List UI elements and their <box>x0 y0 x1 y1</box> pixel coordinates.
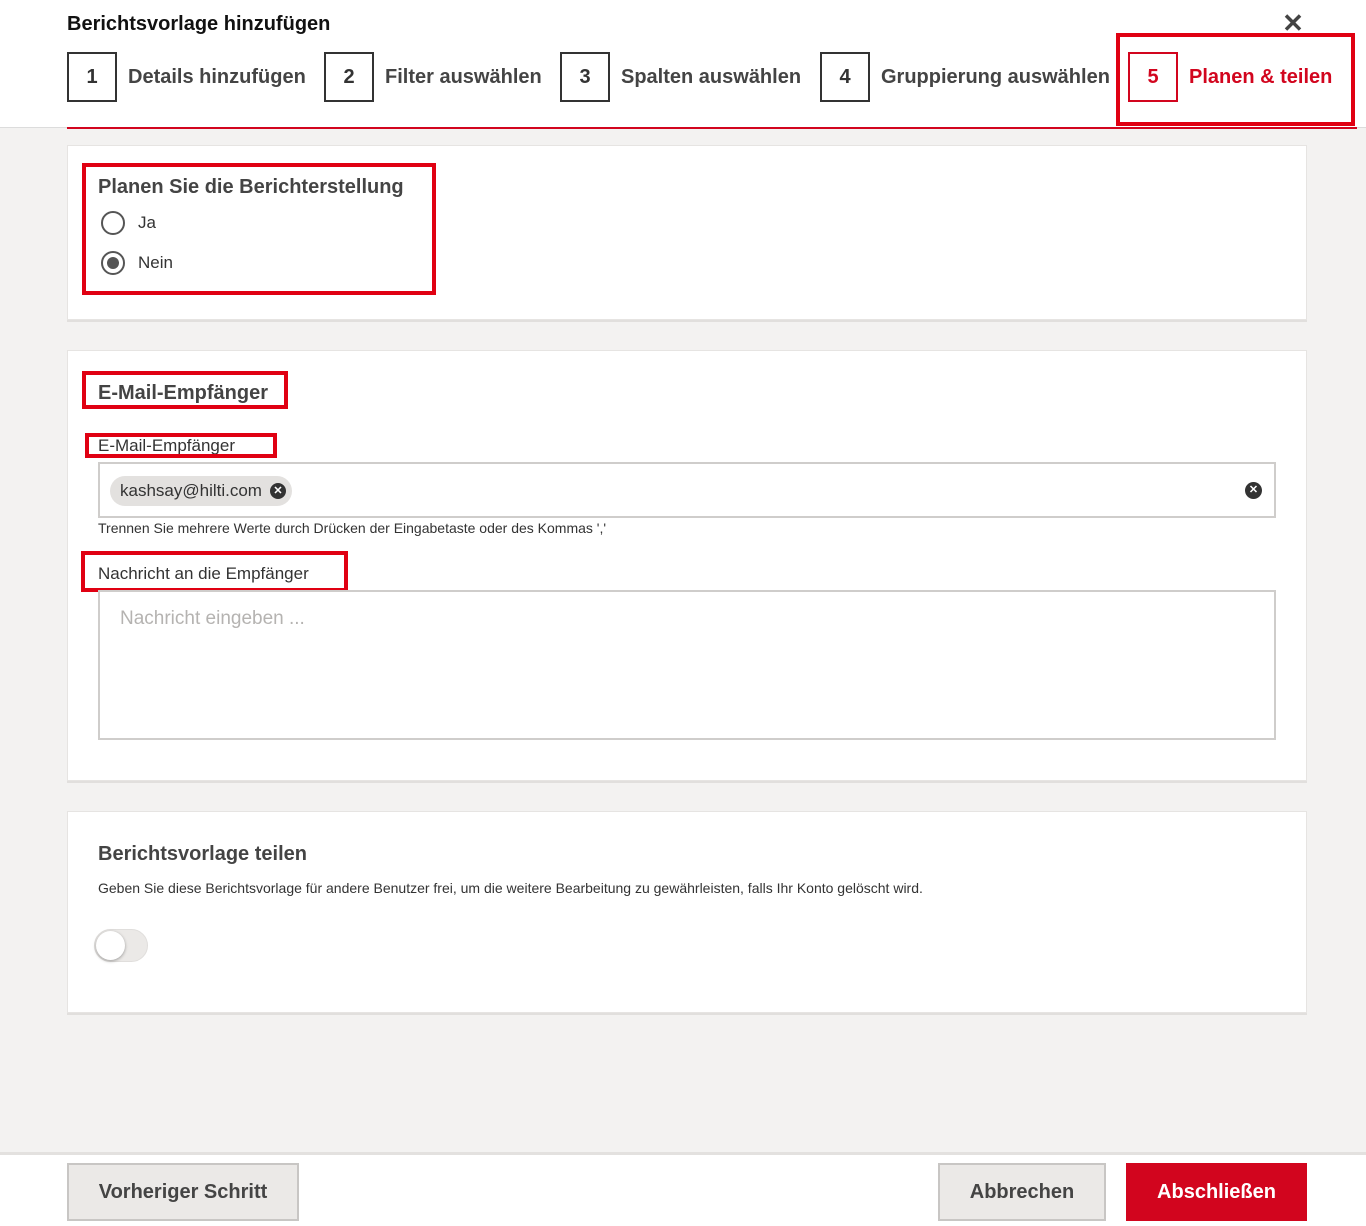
schedule-card <box>67 145 1307 320</box>
radio-option-ja[interactable]: Ja <box>101 211 156 235</box>
toggle-knob <box>96 931 125 960</box>
step-number: 1 <box>67 52 117 102</box>
radio-option-nein[interactable]: Nein <box>101 251 173 275</box>
clear-all-icon[interactable]: ✕ <box>1245 482 1262 499</box>
recipients-input[interactable]: kashsay@hilti.com ✕ ✕ <box>98 462 1276 518</box>
email-section-title: E-Mail-Empfänger <box>98 382 269 404</box>
step-label: Spalten auswählen <box>621 65 802 88</box>
dialog-title: Berichtsvorlage hinzufügen <box>67 13 331 35</box>
step-number: 4 <box>820 52 870 102</box>
message-label: Nachricht an die Empfänger <box>98 564 309 583</box>
radio-button[interactable] <box>101 251 125 275</box>
radio-label: Ja <box>138 213 156 232</box>
finish-button[interactable]: Abschließen <box>1126 1163 1307 1221</box>
close-icon[interactable]: ✕ <box>1280 10 1306 36</box>
step-5-schedule-share[interactable]: 5 Planen & teilen <box>1128 52 1332 102</box>
share-title: Berichtsvorlage teilen <box>98 843 307 865</box>
cancel-button[interactable]: Abbrechen <box>938 1163 1106 1221</box>
radio-button[interactable] <box>101 211 125 235</box>
step-number: 2 <box>324 52 374 102</box>
step-number: 3 <box>560 52 610 102</box>
message-textarea[interactable] <box>98 590 1276 740</box>
radio-label: Nein <box>138 253 173 272</box>
recipient-chip: kashsay@hilti.com ✕ <box>110 476 292 506</box>
recipients-label: E-Mail-Empfänger <box>98 436 235 455</box>
step-label: Filter auswählen <box>385 65 542 88</box>
step-3-columns[interactable]: 3 Spalten auswählen <box>560 52 801 102</box>
share-toggle[interactable] <box>94 929 148 962</box>
step-number: 5 <box>1128 52 1178 102</box>
dialog-header: Berichtsvorlage hinzufügen ✕ 1 Details h… <box>0 0 1366 128</box>
previous-step-button[interactable]: Vorheriger Schritt <box>67 1163 299 1221</box>
step-label: Gruppierung auswählen <box>881 65 1110 88</box>
schedule-title: Planen Sie die Berichterstellung <box>98 176 404 198</box>
share-description: Geben Sie diese Berichtsvorlage für ande… <box>98 880 923 896</box>
step-4-grouping[interactable]: 4 Gruppierung auswählen <box>820 52 1110 102</box>
remove-chip-icon[interactable]: ✕ <box>269 483 286 499</box>
recipients-hint: Trennen Sie mehrere Werte durch Drücken … <box>98 520 607 536</box>
active-step-indicator <box>67 127 1357 129</box>
step-1-details[interactable]: 1 Details hinzufügen <box>67 52 306 102</box>
share-card <box>67 811 1307 1013</box>
step-label: Details hinzufügen <box>128 65 306 88</box>
step-2-filter[interactable]: 2 Filter auswählen <box>324 52 542 102</box>
recipient-email: kashsay@hilti.com <box>120 481 262 500</box>
step-label: Planen & teilen <box>1189 65 1333 88</box>
